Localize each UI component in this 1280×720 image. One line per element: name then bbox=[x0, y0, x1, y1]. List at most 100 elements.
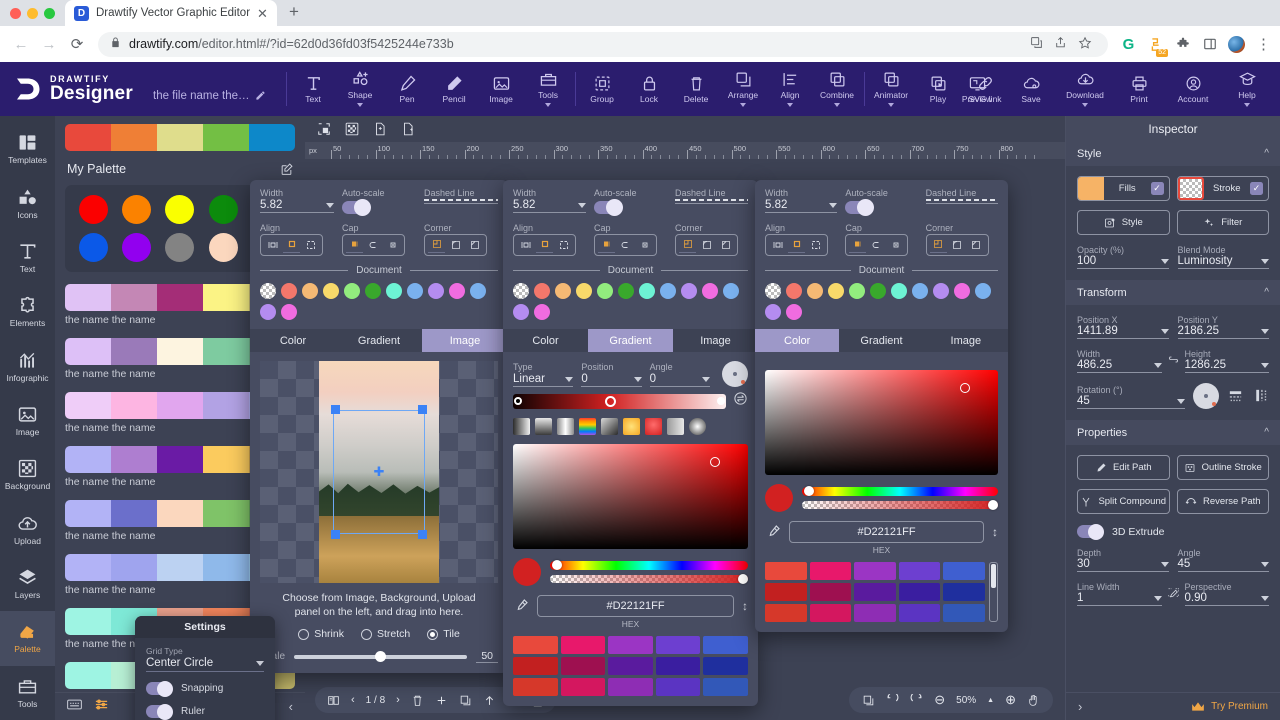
toolbar-item-preview[interactable]: Preview bbox=[950, 62, 1004, 116]
color-swatch[interactable] bbox=[703, 657, 748, 675]
color-swatch[interactable] bbox=[656, 657, 701, 675]
toolbar-item-shape[interactable]: Shape bbox=[337, 62, 384, 116]
plus-icon[interactable] bbox=[435, 694, 448, 707]
sv-cursor[interactable] bbox=[960, 383, 970, 393]
share-icon[interactable] bbox=[1054, 36, 1067, 52]
color-swatch[interactable] bbox=[810, 604, 852, 622]
gradient-preset-0[interactable] bbox=[513, 418, 530, 435]
document-color[interactable] bbox=[912, 283, 928, 299]
filter-button[interactable]: Filter bbox=[1177, 210, 1270, 235]
prev-page-button[interactable]: ‹ bbox=[351, 694, 355, 706]
chevron-down-icon[interactable] bbox=[357, 103, 363, 107]
slider-thumb[interactable] bbox=[375, 651, 386, 662]
color-swatch[interactable] bbox=[703, 678, 748, 696]
extrude-angle-field[interactable]: Angle 45 bbox=[1178, 548, 1270, 572]
stroke-corner-option-0[interactable] bbox=[930, 238, 947, 253]
toolbar-item-align[interactable]: Align bbox=[767, 62, 814, 116]
document-color[interactable] bbox=[281, 304, 297, 320]
document-color[interactable] bbox=[302, 283, 318, 299]
puzzle-extension-icon[interactable] bbox=[1174, 36, 1191, 53]
properties-section-header[interactable]: Properties ^ bbox=[1066, 420, 1280, 445]
depth-field[interactable]: Depth 30 bbox=[1077, 548, 1169, 572]
auto-scale-toggle[interactable] bbox=[342, 201, 369, 214]
dashed-line-field[interactable]: Dashed Line bbox=[926, 188, 998, 214]
palette-swatch[interactable] bbox=[157, 284, 203, 311]
chevron-down-icon[interactable] bbox=[740, 103, 746, 107]
palette-swatch[interactable] bbox=[65, 392, 111, 419]
gradient-stop[interactable] bbox=[717, 397, 725, 405]
palette-swatch[interactable] bbox=[65, 338, 111, 365]
palette-swatch[interactable] bbox=[111, 124, 157, 151]
toolbar-item-account[interactable]: Account bbox=[1166, 62, 1220, 116]
document-color[interactable] bbox=[639, 283, 655, 299]
document-color[interactable] bbox=[449, 283, 465, 299]
palette-swatch[interactable] bbox=[157, 500, 203, 527]
stroke-corner-option-0[interactable] bbox=[679, 238, 696, 253]
document-color[interactable] bbox=[260, 283, 276, 299]
my-palette-color[interactable] bbox=[165, 195, 194, 224]
forward-button[interactable]: → bbox=[36, 31, 62, 57]
color-swatch[interactable] bbox=[608, 657, 653, 675]
toolbar-item-animator[interactable]: Animator bbox=[868, 62, 915, 116]
chevron-down-icon[interactable] bbox=[829, 203, 837, 208]
gradient-preset-4[interactable] bbox=[601, 418, 618, 435]
move-up-icon[interactable] bbox=[483, 694, 496, 707]
color-swatch[interactable] bbox=[656, 678, 701, 696]
select-marquee-icon[interactable] bbox=[317, 122, 331, 136]
fill-color-swatch[interactable] bbox=[1078, 177, 1104, 200]
browser-menu-icon[interactable]: ⋮ bbox=[1255, 36, 1272, 53]
spread-icon[interactable] bbox=[327, 694, 340, 707]
scale-value[interactable]: 50 bbox=[476, 650, 498, 663]
fit-icon[interactable] bbox=[862, 694, 875, 707]
alpha-knob[interactable] bbox=[738, 574, 748, 584]
gradient-preset-6[interactable] bbox=[645, 418, 662, 435]
palette-swatch[interactable] bbox=[157, 554, 203, 581]
palette-swatch[interactable] bbox=[203, 446, 249, 473]
stroke-corner-option-0[interactable] bbox=[428, 238, 445, 253]
color-swatch[interactable] bbox=[608, 678, 653, 696]
stroke-cap-option-1[interactable] bbox=[617, 237, 634, 252]
scale-slider[interactable] bbox=[294, 655, 467, 659]
toolbar-item-print[interactable]: Print bbox=[1112, 62, 1166, 116]
my-palette-color[interactable] bbox=[165, 233, 194, 262]
color-swatch[interactable] bbox=[943, 562, 985, 580]
dashed-line-field[interactable]: Dashed Line bbox=[424, 188, 498, 214]
gradient-popup-tab-color[interactable]: Color bbox=[503, 329, 588, 352]
palette-swatch[interactable] bbox=[203, 500, 249, 527]
chevron-down-icon[interactable] bbox=[565, 377, 573, 382]
split-compound-button[interactable]: Split Compound bbox=[1077, 489, 1170, 514]
chevron-down-icon[interactable] bbox=[578, 203, 586, 208]
document-color[interactable] bbox=[765, 283, 781, 299]
minimize-window-button[interactable] bbox=[27, 8, 38, 19]
palette-swatch[interactable] bbox=[111, 284, 157, 311]
document-color[interactable] bbox=[807, 283, 823, 299]
flip-horizontal-icon[interactable] bbox=[1227, 387, 1244, 409]
collapse-panel-button[interactable]: ‹ bbox=[289, 699, 293, 714]
stroke-cap-option-2[interactable] bbox=[636, 237, 653, 252]
chevron-down-icon[interactable] bbox=[834, 103, 840, 107]
my-palette-color[interactable] bbox=[122, 195, 151, 224]
color-swatch[interactable] bbox=[810, 562, 852, 580]
chevron-down-icon[interactable] bbox=[1261, 259, 1269, 264]
sidebar-item-background[interactable]: Background bbox=[0, 448, 55, 502]
color-popup-tab-gradient[interactable]: Gradient bbox=[839, 329, 923, 352]
chevron-down-icon[interactable] bbox=[1154, 596, 1162, 601]
palette-swatch[interactable] bbox=[157, 446, 203, 473]
toolbar-item-pencil[interactable]: Pencil bbox=[431, 62, 478, 116]
toggle-switch[interactable] bbox=[146, 705, 172, 718]
sidebar-item-templates[interactable]: Templates bbox=[0, 122, 55, 176]
toolbar-item-save[interactable]: Save bbox=[1004, 62, 1058, 116]
color-swatch[interactable] bbox=[703, 636, 748, 654]
document-color[interactable] bbox=[723, 283, 739, 299]
color-swatch[interactable] bbox=[899, 604, 941, 622]
chevron-down-icon[interactable] bbox=[1161, 562, 1169, 567]
palette-swatch[interactable] bbox=[111, 392, 157, 419]
document-color[interactable] bbox=[870, 283, 886, 299]
stroke-corner-option-1[interactable] bbox=[698, 237, 715, 252]
document-color[interactable] bbox=[828, 283, 844, 299]
try-premium-button[interactable]: Try Premium bbox=[1191, 701, 1268, 712]
toolbar-item-delete[interactable]: Delete bbox=[673, 62, 720, 116]
chevron-down-icon[interactable] bbox=[1154, 363, 1162, 368]
document-color[interactable] bbox=[428, 283, 444, 299]
document-color[interactable] bbox=[534, 283, 550, 299]
